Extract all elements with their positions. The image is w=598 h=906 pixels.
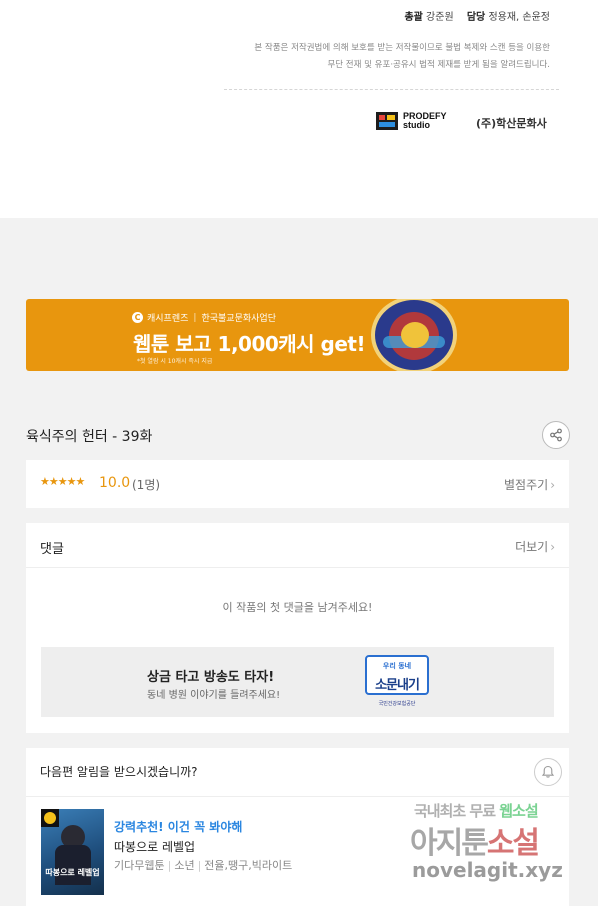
empty-comments-message: 이 작품의 첫 댓글을 남겨주세요!	[222, 601, 373, 614]
rating-card: ★★★★★ 10.0 (1명) 별점주기 ›	[26, 460, 569, 508]
manager-name: 정용재, 손윤정	[488, 12, 550, 23]
copyright-notice-line2: 무단 전재 및 유포·공유시 법적 제재를 받게 됨을 알려드립니다.	[327, 60, 550, 70]
star-rating: ★★★★★	[40, 475, 85, 488]
promo-badge-footer: 국민건강보험공단	[378, 701, 416, 707]
more-comments-label: 더보기	[515, 540, 549, 554]
clock-icon	[41, 809, 59, 827]
copyright-notice-line1: 본 작품은 저작권법에 의해 보호를 받는 저작물이므로 불법 복제와 스캔 등…	[254, 43, 550, 53]
prodefy-mark-icon	[376, 112, 398, 130]
prodefy-logo-subtext: studio	[403, 120, 430, 130]
chevron-right-icon: ›	[550, 478, 555, 492]
chevron-right-icon: ›	[550, 540, 555, 554]
cash-promo-banner[interactable]: C 캐시프렌즈 | 한국불교문화사업단 웹툰 보고 1,000캐시 get! *…	[26, 299, 569, 371]
meta-type: 기다무웹툰	[114, 859, 165, 872]
share-button[interactable]	[542, 421, 570, 449]
promo-badge-line2: 소문내기	[375, 678, 420, 693]
prodefy-logo: PRODEFY studio	[376, 112, 447, 130]
staff-credits: 총괄 강준원 담당 정용재, 손윤정	[404, 8, 550, 23]
share-icon	[550, 428, 562, 442]
supervision-label: 총괄	[404, 12, 423, 23]
banner-partner: 한국불교문화사업단	[201, 314, 276, 324]
hospital-story-promo[interactable]: 상금 타고 방송도 타자! 동네 병원 이야기를 들려주세요! 우리 동네 소문…	[41, 647, 554, 717]
thumbnail-title: 따봉으로 레벨업	[45, 868, 100, 877]
banner-note: *첫 열람 시 10캐시 즉시 지급	[137, 358, 213, 365]
banner-brand-row: C 캐시프렌즈 | 한국불교문화사업단	[132, 311, 276, 324]
meta-audience: 소년	[174, 859, 195, 872]
recommended-webtoon-meta: 기다무웹툰 | 소년 | 전율,땡구,빅라이트	[114, 859, 293, 872]
recommended-webtoon-thumbnail[interactable]: 따봉으로 레벨업	[41, 809, 104, 895]
promo-subtitle: 동네 병원 이야기를 들려주세요!	[147, 690, 281, 701]
episode-title: 육식주의 헌터 - 39화	[26, 429, 153, 445]
comments-card: 댓글 더보기 › 이 작품의 첫 댓글을 남겨주세요! 상금 타고 방송도 타자!…	[26, 523, 569, 733]
comments-header: 댓글	[40, 542, 64, 557]
bell-icon	[541, 765, 555, 778]
dragon-illustration-icon	[371, 299, 457, 371]
rating-count: (1명)	[132, 478, 161, 492]
rate-button-label: 별점주기	[504, 478, 549, 492]
rating-score: 10.0	[99, 475, 131, 491]
notification-card: 다음편 알림을 받으시겠습니까? 따봉으로 레벨업 강력추천! 이건 꼭 봐야해…	[26, 748, 569, 906]
haksan-logo: (주)학산문화사	[476, 117, 547, 130]
recommendation-tag: 강력추천! 이건 꼭 봐야해	[114, 820, 243, 834]
promo-badge-logo: 우리 동네 소문내기 국민건강보험공단	[363, 655, 431, 711]
divider	[26, 567, 569, 568]
recommended-webtoon-title[interactable]: 따봉으로 레벨업	[114, 838, 195, 855]
credits-section: 총괄 강준원 담당 정용재, 손윤정 본 작품은 저작권법에 의해 보호를 받는…	[0, 0, 598, 218]
promo-badge-line1: 우리 동네	[382, 662, 412, 670]
meta-genres: 전율,땡구,빅라이트	[204, 859, 293, 872]
supervision-name: 강준원	[426, 12, 454, 23]
banner-headline: 웹툰 보고 1,000캐시 get!	[133, 332, 366, 356]
divider	[26, 796, 569, 797]
divider	[224, 89, 559, 90]
banner-brand: 캐시프렌즈	[147, 314, 189, 324]
copyright-notice: 본 작품은 저작권법에 의해 보호를 받는 저작물이므로 불법 복제와 스캔 등…	[220, 40, 550, 74]
notify-question: 다음편 알림을 받으시겠습니까?	[40, 765, 198, 779]
more-comments-button[interactable]: 더보기 ›	[515, 538, 555, 555]
cash-c-icon: C	[132, 312, 143, 323]
notify-bell-button[interactable]	[534, 758, 562, 786]
manager-label: 담당	[466, 12, 486, 23]
promo-title: 상금 타고 방송도 타자!	[147, 670, 275, 685]
rate-button[interactable]: 별점주기 ›	[504, 476, 555, 493]
